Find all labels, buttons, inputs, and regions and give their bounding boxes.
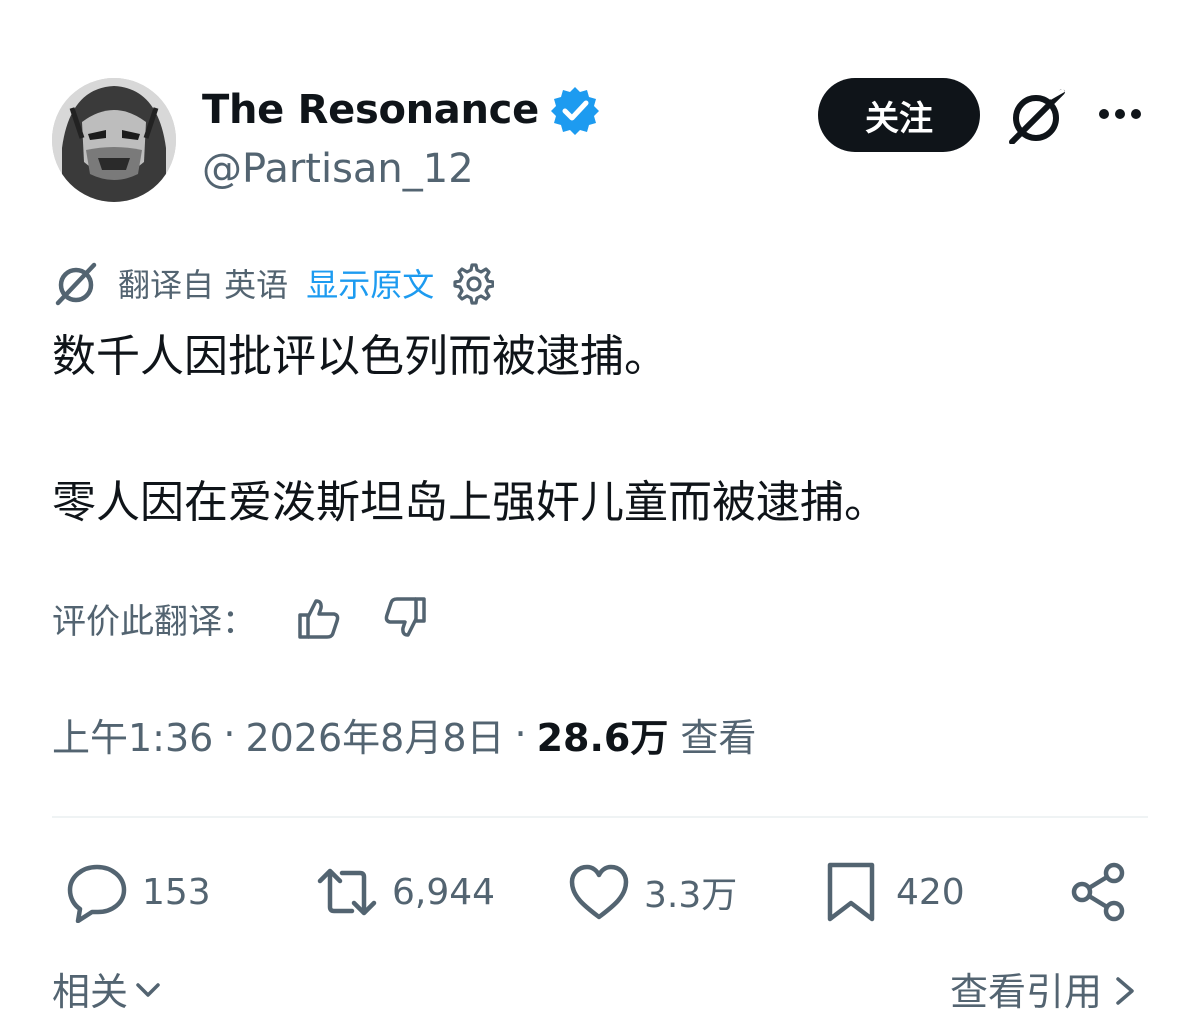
views-label: 查看 bbox=[680, 715, 757, 760]
tweet-text: 数千人因批评以色列而被逮捕。 零人因在爱泼斯坦岛上强奸儿童而被逮捕。 bbox=[52, 325, 1152, 535]
grok-translate-icon bbox=[52, 259, 100, 307]
chevron-right-icon bbox=[1116, 977, 1134, 1005]
gear-icon[interactable] bbox=[450, 261, 495, 305]
view-quotes-link[interactable]: 查看引用 bbox=[950, 960, 1140, 1016]
bookmark-count: 420 bbox=[896, 871, 965, 913]
like-count: 3.3万 bbox=[644, 875, 738, 916]
display-name[interactable]: The Resonance bbox=[202, 84, 601, 136]
bookmark-icon bbox=[827, 862, 875, 922]
repost-button[interactable]: 6,944 bbox=[316, 856, 495, 928]
divider bbox=[52, 816, 1148, 818]
reply-icon bbox=[67, 864, 127, 923]
bookmark-button[interactable]: 420 bbox=[820, 856, 965, 928]
avatar[interactable] bbox=[52, 78, 176, 202]
translated-from-label: 翻译自 英语 bbox=[118, 266, 289, 304]
show-original-link[interactable]: 显示原文 bbox=[306, 260, 434, 306]
display-name-text: The Resonance bbox=[202, 87, 539, 133]
like-button[interactable]: 3.3万 bbox=[568, 856, 737, 928]
translation-bar: 翻译自 英语 显示原文 bbox=[52, 258, 495, 308]
grok-icon[interactable] bbox=[1004, 88, 1068, 145]
repost-icon bbox=[317, 868, 377, 916]
follow-button[interactable]: 关注 bbox=[818, 78, 980, 152]
thumbs-up-icon[interactable] bbox=[296, 595, 342, 641]
tweet-text-line: 零人因在爱泼斯坦岛上强奸儿童而被逮捕。 bbox=[52, 477, 888, 528]
reply-button[interactable]: 153 bbox=[66, 856, 211, 928]
heart-icon bbox=[569, 864, 629, 920]
tweet-meta: 上午1:36 · 2026年8月8日 · 28.6万 查看 bbox=[52, 706, 756, 762]
reply-count: 153 bbox=[142, 871, 211, 913]
avatar-image bbox=[52, 78, 176, 202]
views-count[interactable]: 28.6万 bbox=[537, 707, 669, 762]
handle[interactable]: @Partisan_12 bbox=[202, 146, 474, 192]
chevron-down-icon bbox=[136, 983, 160, 997]
rate-translation-label: 评价此翻译： bbox=[52, 601, 256, 642]
meta-separator: · bbox=[514, 712, 527, 756]
tweet-date[interactable]: 2026年8月8日 bbox=[245, 707, 504, 762]
thumbs-down-icon[interactable] bbox=[382, 595, 428, 641]
related-label: 相关 bbox=[52, 969, 129, 1014]
tweet-detail: The Resonance @Partisan_12 关注 翻译自 英语 显示原… bbox=[0, 0, 1200, 1021]
more-icon[interactable] bbox=[1096, 104, 1144, 124]
rate-translation: 评价此翻译： bbox=[52, 590, 428, 646]
meta-separator: · bbox=[223, 712, 236, 756]
repost-count: 6,944 bbox=[392, 871, 496, 913]
tweet-text-line: 数千人因批评以色列而被逮捕。 bbox=[52, 331, 668, 382]
action-bar: 153 6,944 3.3万 420 bbox=[0, 856, 1200, 928]
view-quotes-label: 查看引用 bbox=[949, 969, 1102, 1014]
related-toggle[interactable]: 相关 bbox=[52, 960, 164, 1016]
share-icon bbox=[1071, 862, 1125, 922]
verified-badge-icon[interactable] bbox=[549, 84, 601, 136]
tweet-time[interactable]: 上午1:36 bbox=[52, 707, 213, 762]
share-button[interactable] bbox=[1068, 856, 1144, 928]
